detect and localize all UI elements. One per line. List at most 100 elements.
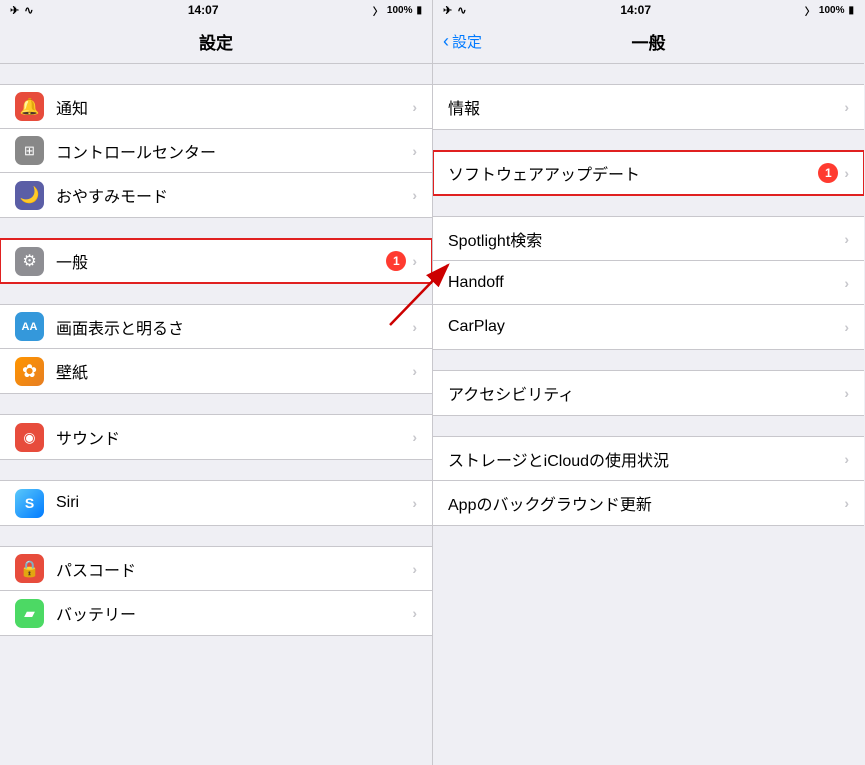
right-status-bar: ✈ ∿ 14:07 〉 100% ▮ [433,0,864,20]
battery-chevron: › [412,605,417,621]
battery-icon-left: ▮ [416,5,422,16]
right-spacer-1 [433,130,864,150]
storage-label: ストレージとiCloudの使用状況 [448,447,844,471]
carplay-chevron: › [844,319,849,335]
right-location-icon: 〉 [805,3,815,18]
row-carplay[interactable]: CarPlay › [433,305,864,349]
row-info[interactable]: 情報 › [433,85,864,129]
left-status-bar: ✈ ∿ 14:07 〉 100% ▮ [0,0,432,20]
row-dnd[interactable]: 🌙 おやすみモード › [0,173,432,217]
wallpaper-icon-char: ✿ [22,361,37,382]
left-spacer-3 [0,394,432,414]
right-spacer-2 [433,196,864,216]
right-nav-title: 一般 [632,29,666,54]
notification-label: 通知 [56,95,412,119]
spotlight-chevron: › [844,231,849,247]
back-button[interactable]: ‹ 設定 [443,31,482,52]
row-notifications[interactable]: 🔔 通知 › [0,85,432,129]
battery-icon-char: ▰ [24,605,35,622]
left-group-6: 🔒 パスコード › ▰ バッテリー › [0,546,432,636]
right-spacer-top [433,64,864,84]
software-update-chevron: › [844,165,849,181]
general-badge: 1 [386,251,406,271]
left-spacer-1 [0,218,432,238]
general-icon: ⚙ [15,247,44,276]
airplane-icon: ✈ [10,4,19,17]
wallpaper-icon: ✿ [15,357,44,386]
left-spacer-5 [0,526,432,546]
left-time: 14:07 [188,3,219,17]
background-refresh-label: Appのバックグラウンド更新 [448,491,844,515]
row-storage[interactable]: ストレージとiCloudの使用状況 › [433,437,864,481]
display-label: 画面表示と明るさ [56,315,412,339]
left-spacer-4 [0,460,432,480]
control-center-label: コントロールセンター [56,139,412,163]
left-spacer-2 [0,284,432,304]
row-general[interactable]: ⚙ 一般 1 › [0,239,432,283]
right-airplane-icon: ✈ [443,4,452,17]
row-control-center[interactable]: ⊞ コントロールセンター › [0,129,432,173]
row-display[interactable]: AA 画面表示と明るさ › [0,305,432,349]
wallpaper-label: 壁紙 [56,359,412,383]
display-icon-char: AA [22,321,38,333]
general-icon-char: ⚙ [22,251,36,271]
sound-chevron: › [412,429,417,445]
right-battery-icon: ▮ [848,5,854,16]
siri-icon-char: S [25,495,34,511]
row-battery[interactable]: ▰ バッテリー › [0,591,432,635]
right-group-2: ソフトウェアアップデート 1 › [433,150,864,196]
dnd-label: おやすみモード [56,183,412,207]
row-accessibility[interactable]: アクセシビリティ › [433,371,864,415]
row-software-update[interactable]: ソフトウェアアップデート 1 › [433,151,864,195]
right-right-status: 〉 100% ▮ [805,3,854,18]
wifi-icon: ∿ [24,4,33,17]
siri-chevron: › [412,495,417,511]
left-group-2: ⚙ 一般 1 › [0,238,432,284]
handoff-chevron: › [844,275,849,291]
sound-icon-char: ◉ [23,429,35,446]
sound-label: サウンド [56,425,412,449]
left-group-4: ◉ サウンド › [0,414,432,460]
notification-icon: 🔔 [15,92,44,121]
wallpaper-chevron: › [412,363,417,379]
row-passcode[interactable]: 🔒 パスコード › [0,547,432,591]
back-label: 設定 [452,31,482,52]
accessibility-label: アクセシビリティ [448,381,844,405]
dnd-icon: 🌙 [15,181,44,210]
left-right-status: 〉 100% ▮ [373,3,422,18]
right-group-5: ストレージとiCloudの使用状況 › Appのバックグラウンド更新 › [433,436,864,526]
left-scroll-area[interactable]: 🔔 通知 › ⊞ コントロールセンター › 🌙 おやすみモード › [0,84,432,765]
passcode-chevron: › [412,561,417,577]
right-scroll-area[interactable]: 情報 › ソフトウェアアップデート 1 › Spotlight検索 › Hand… [433,84,864,765]
display-chevron: › [412,319,417,335]
dnd-icon-char: 🌙 [20,185,40,205]
spotlight-label: Spotlight検索 [448,227,844,251]
info-chevron: › [844,99,849,115]
battery-percent-left: 100% [387,5,413,16]
right-spacer-4 [433,416,864,436]
left-nav-title: 設定 [199,29,233,54]
row-spotlight[interactable]: Spotlight検索 › [433,217,864,261]
left-group-5: S Siri › [0,480,432,526]
right-time: 14:07 [620,3,651,17]
right-spacer-3 [433,350,864,370]
row-sound[interactable]: ◉ サウンド › [0,415,432,459]
row-handoff[interactable]: Handoff › [433,261,864,305]
siri-icon: S [15,489,44,518]
row-wallpaper[interactable]: ✿ 壁紙 › [0,349,432,393]
dnd-chevron: › [412,187,417,203]
row-background-refresh[interactable]: Appのバックグラウンド更新 › [433,481,864,525]
left-panel: ✈ ∿ 14:07 〉 100% ▮ 設定 🔔 通知 › ⊞ [0,0,432,765]
location-icon: 〉 [373,3,383,18]
general-label: 一般 [56,249,386,273]
software-update-badge: 1 [818,163,838,183]
battery-icon: ▰ [15,599,44,628]
passcode-icon-char: 🔒 [20,559,40,579]
control-center-chevron: › [412,143,417,159]
row-siri[interactable]: S Siri › [0,481,432,525]
notification-chevron: › [412,99,417,115]
right-nav-bar: ‹ 設定 一般 [433,20,864,64]
passcode-label: パスコード [56,557,412,581]
storage-chevron: › [844,451,849,467]
right-panel: ✈ ∿ 14:07 〉 100% ▮ ‹ 設定 一般 情報 › ソ [432,0,864,765]
